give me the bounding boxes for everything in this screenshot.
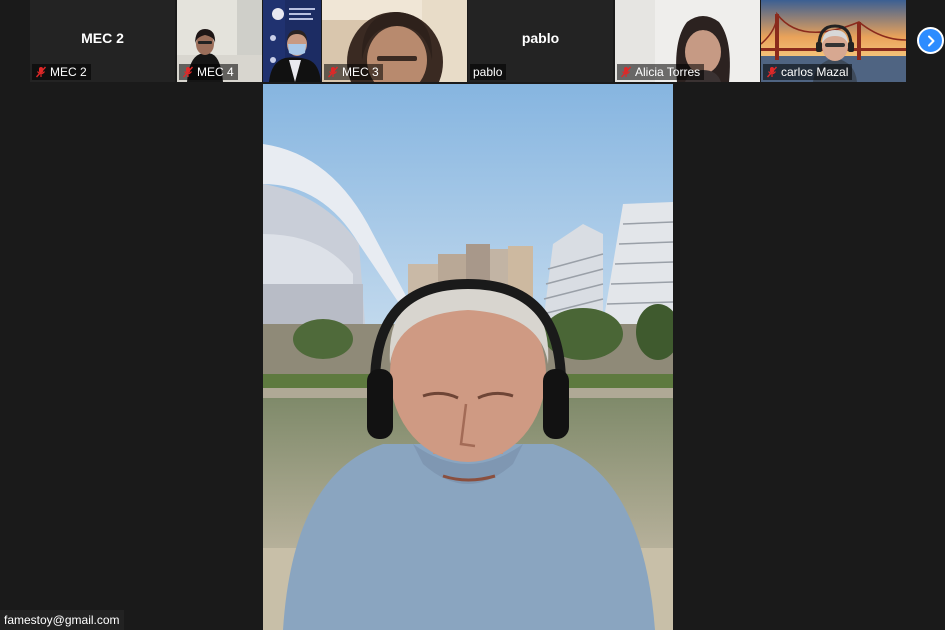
self-view-name-tag: famestoy@gmail.com [0,610,124,630]
meeting-window: MEC 2 MEC 2 MEC 4 MEC 3 pablo pablo Alic… [0,0,945,630]
participant-tile-mec-4[interactable]: MEC 4 [177,0,262,82]
chevron-right-icon [927,35,934,46]
muted-mic-icon [35,66,47,78]
participant-video [263,0,321,82]
participant-name: Alicia Torres [635,65,701,79]
participant-name: pablo [473,65,503,79]
muted-mic-icon [620,66,632,78]
participant-tile-mec-2[interactable]: MEC 2 MEC 2 [30,0,175,82]
participant-name: MEC 2 [50,65,87,79]
participant-name-tag: MEC 4 [179,64,238,80]
participant-display-name: MEC 2 [81,30,124,46]
participant-tile-pablo[interactable]: pablo pablo [468,0,613,82]
active-speaker-video[interactable] [263,84,673,630]
participant-tile-unnamed[interactable] [263,0,321,82]
participant-display-name: pablo [521,30,560,46]
participant-name: MEC 3 [342,65,379,79]
gallery-next-button[interactable] [917,27,944,54]
participant-tile-alicia-torres[interactable]: Alicia Torres [615,0,760,82]
participant-name-tag: pablo [470,64,507,80]
participant-name: MEC 4 [197,65,234,79]
participant-tile-carlos-mazal[interactable]: carlos Mazal [761,0,906,82]
participant-name-tag: MEC 2 [32,64,91,80]
speaker-video-frame [263,84,673,630]
participant-name-tag: carlos Mazal [763,64,853,80]
muted-mic-icon [327,66,339,78]
participant-name-tag: Alicia Torres [617,64,705,80]
muted-mic-icon [766,66,778,78]
participant-name-tag: MEC 3 [324,64,383,80]
muted-mic-icon [182,66,194,78]
participant-tile-mec-3[interactable]: MEC 3 [322,0,467,82]
participant-name: carlos Mazal [781,65,849,79]
